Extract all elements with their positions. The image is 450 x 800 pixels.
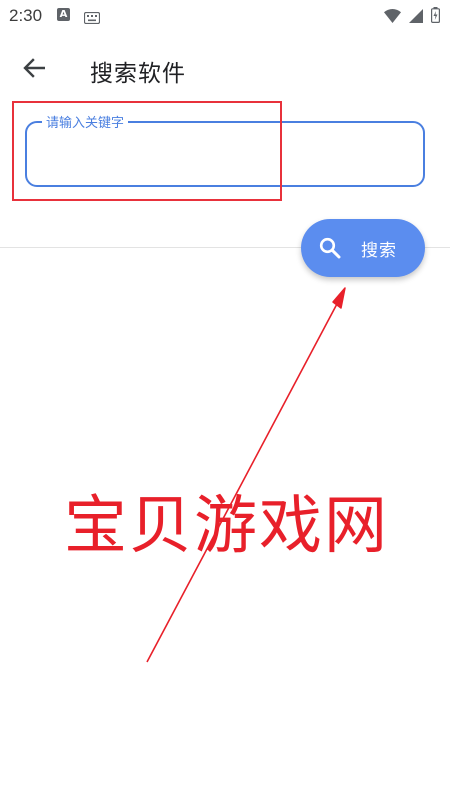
annotation-arrow [146, 287, 346, 663]
watermark-text: 宝贝游戏网 [64, 489, 389, 562]
